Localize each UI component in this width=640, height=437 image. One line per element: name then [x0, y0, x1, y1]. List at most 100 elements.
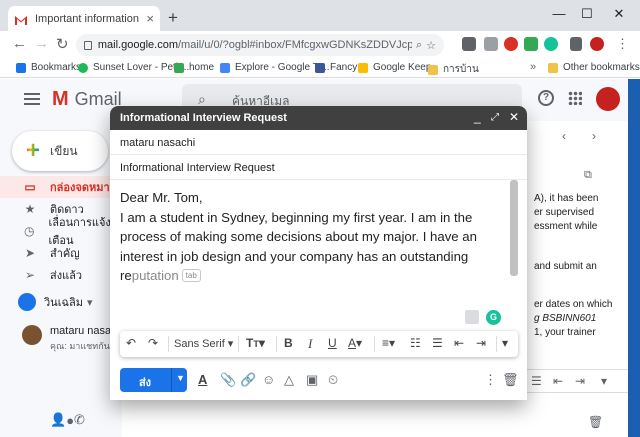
- recipients-field[interactable]: mataru nasachi: [110, 130, 527, 155]
- emoji-icon[interactable]: ☺: [262, 372, 275, 387]
- help-icon[interactable]: ?: [538, 90, 554, 106]
- bookmark-item[interactable]: Explore - Google Tr...: [220, 62, 330, 73]
- more-bookmarks-icon[interactable]: »: [530, 61, 536, 73]
- text-color-icon[interactable]: A▾: [348, 336, 362, 350]
- gmail-favicon: [14, 13, 28, 25]
- chat-bubble-icon[interactable]: ●: [66, 413, 74, 428]
- bookmark-item[interactable]: Bookmarks: [16, 62, 81, 73]
- bookmark-item[interactable]: Sunset Lover - Petit...: [78, 62, 189, 73]
- grammarly-extension-icon[interactable]: [544, 37, 558, 51]
- extension-icon[interactable]: [462, 37, 476, 51]
- compose-button[interactable]: + เขียน: [12, 131, 108, 171]
- menu-kebab-icon[interactable]: ⋮: [616, 36, 629, 52]
- align-icon[interactable]: ≡▾: [382, 336, 395, 350]
- hangouts-user[interactable]: วินเฉลิม ▾: [18, 293, 92, 311]
- chat-list-item[interactable]: mataru nasachi คุณ: มาแชทกันใน Ha: [18, 323, 134, 351]
- open-new-window-icon[interactable]: ⧉: [584, 169, 592, 182]
- sidebar-item-sent[interactable]: ➢ ส่งแล้ว: [0, 264, 120, 286]
- body-scrollbar[interactable]: [510, 180, 518, 276]
- bookmark-item[interactable]: home: [174, 62, 214, 73]
- discard-draft-icon[interactable]: 🗑: [502, 372, 519, 388]
- keep-icon: [358, 62, 368, 73]
- underline-icon[interactable]: U: [328, 336, 337, 350]
- fullscreen-icon[interactable]: ⤢: [491, 112, 499, 123]
- extension-icon[interactable]: [504, 37, 518, 51]
- formatting-toolbar: ↶ ↷ Sans Serif ▾ TT▾ B I U A▾ ≡▾ ☷ ☰ ⇤ ⇥…: [120, 331, 518, 357]
- url-text: mail.google.com/mail/u/0/?ogbl#inbox/FMf…: [97, 39, 412, 51]
- hangouts-bottom-bar: 👤 ● ✆: [0, 405, 122, 435]
- extension-icon[interactable]: [524, 37, 538, 51]
- insert-link-icon[interactable]: 🔗: [240, 372, 256, 388]
- prev-icon[interactable]: ‹: [562, 129, 566, 143]
- template-icon[interactable]: [465, 310, 479, 324]
- next-icon[interactable]: ›: [592, 129, 596, 143]
- main-menu-icon[interactable]: [24, 93, 40, 105]
- close-window-icon[interactable]: ✕: [604, 6, 634, 22]
- bulleted-list-icon[interactable]: ☰: [531, 374, 542, 388]
- extension-icon[interactable]: [484, 37, 498, 51]
- folder-icon: [428, 64, 438, 75]
- message-body[interactable]: Dear Mr. Tom, I am a student in Sydney, …: [120, 188, 510, 286]
- more-options-icon[interactable]: ⋮: [484, 372, 497, 388]
- more-formatting-icon[interactable]: ▾: [502, 336, 508, 350]
- numbered-list-icon[interactable]: ☷: [410, 336, 421, 350]
- undo-icon[interactable]: ↶: [126, 336, 136, 350]
- tab-close-icon[interactable]: ×: [146, 11, 154, 26]
- indent-less-icon[interactable]: ⇤: [454, 336, 464, 350]
- grammarly-icon[interactable]: G: [486, 310, 501, 325]
- forward-icon[interactable]: →: [34, 35, 49, 52]
- minimize-icon[interactable]: —: [544, 6, 574, 21]
- minimize-icon[interactable]: _: [474, 110, 481, 124]
- text-size-icon[interactable]: TT▾: [246, 336, 265, 350]
- bookmark-item[interactable]: Fancy: [315, 62, 357, 73]
- bookmark-star-icon[interactable]: ☆: [426, 39, 436, 52]
- back-icon[interactable]: ←: [12, 35, 27, 52]
- attach-file-icon[interactable]: 📎: [220, 372, 236, 388]
- body-paragraph: I am a student in Sydney, beginning my f…: [120, 209, 477, 284]
- bookmark-item[interactable]: Google Keep: [358, 62, 431, 73]
- font-select[interactable]: Sans Serif ▾: [174, 337, 233, 350]
- outdent-icon[interactable]: ⇥: [575, 374, 585, 388]
- address-bar[interactable]: mail.google.com/mail/u/0/?ogbl#inbox/FMf…: [76, 34, 444, 56]
- bookmarks-bar: Bookmarks Sunset Lover - Petit... home E…: [0, 58, 640, 78]
- lock-icon: [84, 40, 92, 50]
- recipient-chip[interactable]: mataru nasachi: [120, 137, 195, 149]
- bookmark-folder[interactable]: การบ้าน: [428, 62, 479, 77]
- bold-icon[interactable]: B: [284, 336, 293, 350]
- person-icon[interactable]: 👤: [50, 412, 66, 428]
- tab-gmail[interactable]: Important information about yo ×: [8, 6, 160, 31]
- indent-icon[interactable]: ⇤: [553, 374, 563, 388]
- subject-field[interactable]: Informational Interview Request: [110, 155, 527, 180]
- profile-avatar[interactable]: [590, 37, 604, 51]
- folder-icon: [548, 62, 558, 73]
- indent-more-icon[interactable]: ⇥: [476, 336, 486, 350]
- star-icon: ★: [24, 202, 36, 216]
- italic-icon[interactable]: I: [308, 336, 312, 352]
- drive-icon[interactable]: △: [284, 372, 294, 388]
- account-avatar[interactable]: [596, 87, 620, 111]
- sidebar-item-important[interactable]: ➤ สำคัญ: [0, 242, 120, 264]
- maximize-icon[interactable]: ☐: [572, 6, 602, 22]
- reload-icon[interactable]: ↻: [56, 35, 69, 53]
- new-tab-button[interactable]: +: [168, 8, 178, 28]
- redo-icon[interactable]: ↷: [148, 336, 158, 350]
- phone-icon[interactable]: ✆: [74, 412, 85, 428]
- compose-header[interactable]: Informational Interview Request _ ⤢ ✕: [110, 106, 527, 130]
- insert-photo-icon[interactable]: ▣: [306, 372, 318, 388]
- send-button[interactable]: ส่ง ▼: [120, 368, 187, 392]
- close-icon[interactable]: ✕: [509, 110, 519, 124]
- sidebar-item-snoozed[interactable]: ◷ เลื่อนการแจ้งเตือน: [0, 217, 120, 247]
- inbox-icon: ▭: [24, 180, 36, 194]
- bookmark-folder[interactable]: Other bookmarks: [548, 62, 640, 73]
- apps-grid-icon[interactable]: [568, 91, 582, 105]
- bulleted-list-icon[interactable]: ☰: [432, 336, 443, 350]
- media-icon[interactable]: [570, 37, 582, 51]
- sidebar-item-inbox[interactable]: ▭ กล่องจดหมาย: [0, 176, 120, 198]
- formatting-options-icon[interactable]: A: [198, 372, 207, 387]
- trash-icon[interactable]: 🗑: [588, 415, 603, 429]
- subject-value: Informational Interview Request: [120, 162, 275, 174]
- confidential-mode-icon[interactable]: ⏲: [328, 372, 338, 388]
- schedule-send-dropdown-icon[interactable]: ▼: [176, 373, 185, 383]
- more-formatting-icon[interactable]: ▾: [601, 374, 607, 388]
- zoom-icon[interactable]: ⌕: [416, 39, 422, 52]
